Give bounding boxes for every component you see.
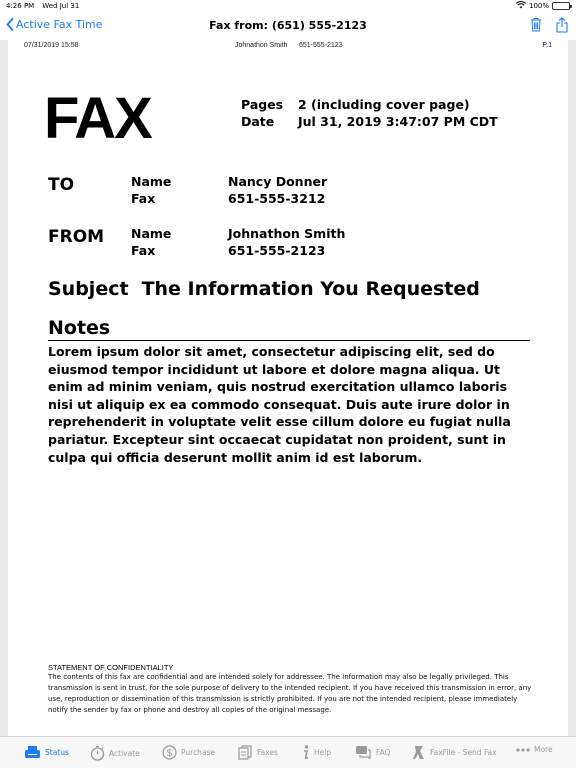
tab-more-label: More xyxy=(534,745,553,754)
navigation-bar: Active Fax Time Fax from: (651) 555-2123 xyxy=(0,12,576,40)
status-date: Wed Jul 31 xyxy=(42,2,80,10)
back-button[interactable]: Active Fax Time xyxy=(6,18,103,31)
battery-icon xyxy=(552,2,572,10)
tab-status-label: Status xyxy=(45,747,69,757)
status-bar: 4:26 PM Wed Jul 31 100% xyxy=(0,0,576,12)
fax-file-icon xyxy=(413,746,424,759)
tab-faxfile-send-fax[interactable]: FaxFile - Send Fax xyxy=(412,745,497,760)
tab-help[interactable]: Help xyxy=(302,745,331,760)
tab-faq-label: FAQ xyxy=(376,747,391,757)
fax-header-page: P.1 xyxy=(542,42,552,49)
tab-bar: Status Activate $ Purchase Faxes Help FA… xyxy=(0,736,576,768)
share-icon[interactable] xyxy=(556,17,568,37)
from-name: Johnathon Smith xyxy=(228,226,346,241)
info-icon xyxy=(304,745,309,759)
to-fax-label: Fax xyxy=(131,191,156,206)
chat-icon xyxy=(356,746,371,759)
notes-title: Notes xyxy=(48,317,111,339)
tab-more[interactable]: More xyxy=(516,745,553,754)
date-label: Date xyxy=(241,114,275,129)
document-viewer[interactable]: 07/31/2019 15:58 Johnathon Smith 651-555… xyxy=(0,40,576,736)
tab-purchase-label: Purchase xyxy=(181,748,216,757)
fax-title: FAX xyxy=(44,86,153,151)
stopwatch-icon xyxy=(90,745,105,761)
tab-status[interactable]: Status xyxy=(24,745,69,759)
documents-icon xyxy=(238,745,252,760)
trash-icon[interactable] xyxy=(530,17,542,37)
confidentiality-text: The contents of this fax are confidentia… xyxy=(48,673,532,714)
to-fax: 651-555-3212 xyxy=(228,191,326,206)
fax-received-datetime: 07/31/2019 15:58 xyxy=(24,42,79,49)
tab-faxes[interactable]: Faxes xyxy=(238,745,278,760)
dollar-icon: $ xyxy=(162,745,177,760)
tab-activate[interactable]: Activate xyxy=(90,745,140,761)
confidentiality-title: Statement of Confidentiality xyxy=(48,663,174,672)
fax-header-sender: Johnathon Smith xyxy=(235,42,288,49)
tab-faq[interactable]: FAQ xyxy=(355,745,391,759)
to-name-label: Name xyxy=(131,174,172,189)
wifi-icon xyxy=(515,1,527,11)
fax-transmission-header: 07/31/2019 15:58 Johnathon Smith 651-555… xyxy=(24,42,552,52)
subject-text: The Information You Requested xyxy=(141,278,480,300)
to-name: Nancy Donner xyxy=(228,174,328,189)
chevron-left-icon xyxy=(6,18,14,31)
back-label: Active Fax Time xyxy=(16,18,103,31)
pages-value: 2 (including cover page) xyxy=(298,97,470,112)
fax-machine-icon xyxy=(25,746,40,758)
tab-faxfile-label: FaxFile - Send Fax xyxy=(430,748,497,757)
tab-faxes-label: Faxes xyxy=(257,748,278,757)
from-name-label: Name xyxy=(131,226,172,241)
notes-divider xyxy=(48,340,530,341)
tab-purchase[interactable]: $ Purchase xyxy=(162,745,215,760)
tab-help-label: Help xyxy=(314,748,332,757)
battery-percent: 100% xyxy=(528,2,549,10)
more-dots-icon xyxy=(516,747,530,752)
notes-text: Lorem ipsum dolor sit amet, consectetur … xyxy=(48,344,511,465)
pages-label: Pages xyxy=(241,97,284,112)
date-value: Jul 31, 2019 3:47:07 PM CDT xyxy=(298,114,498,129)
to-label: TO xyxy=(48,175,75,195)
subject-line: Subject The Information You Requested xyxy=(48,278,480,300)
svg-text:$: $ xyxy=(166,748,172,759)
subject-label: Subject xyxy=(48,278,129,300)
status-time: 4:26 PM xyxy=(6,2,35,10)
fax-page: 07/31/2019 15:58 Johnathon Smith 651-555… xyxy=(8,40,568,736)
from-fax-label: Fax xyxy=(131,243,156,258)
from-fax: 651-555-2123 xyxy=(228,243,326,258)
from-label: FROM xyxy=(48,227,105,247)
tab-activate-label: Activate xyxy=(109,748,140,758)
fax-header-phone: 651-555-2123 xyxy=(299,42,343,49)
